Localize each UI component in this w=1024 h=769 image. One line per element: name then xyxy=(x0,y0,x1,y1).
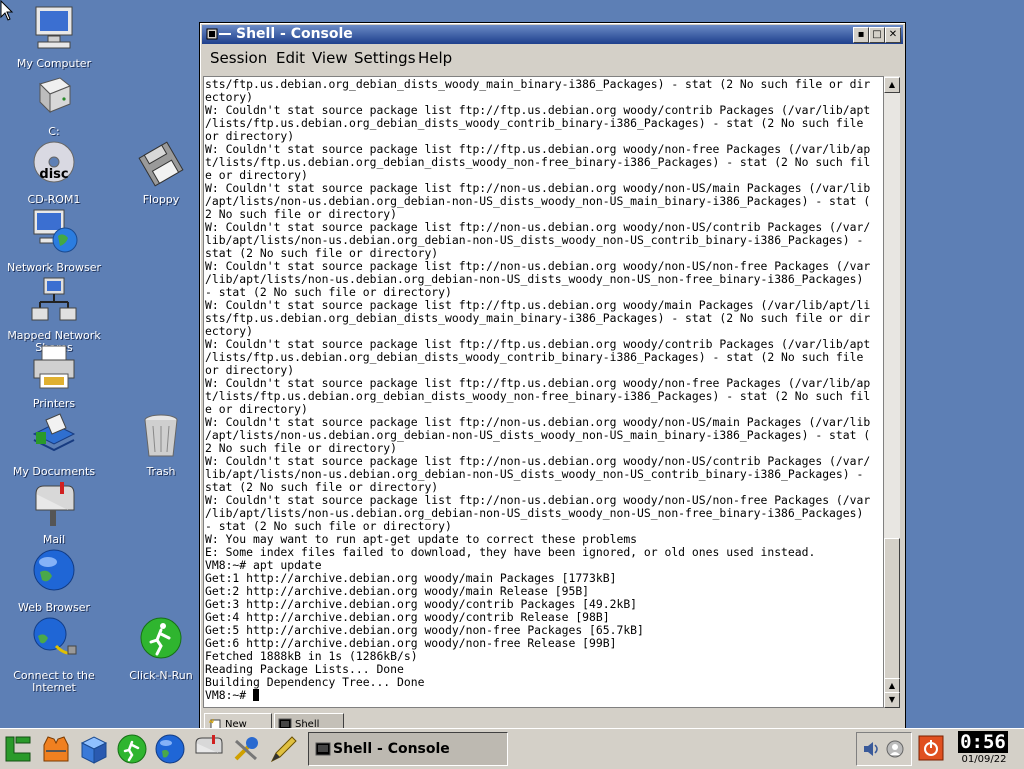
desktop-icon-printers[interactable]: Printers xyxy=(4,344,104,410)
desktop-icon-network-browser[interactable]: Network Browser xyxy=(4,208,104,274)
desktop-icon-floppy[interactable]: Floppy xyxy=(111,140,211,206)
cd-rom-icon: disc xyxy=(33,141,75,183)
network-globe-icon xyxy=(33,209,78,253)
menu-bar: Session Edit View Settings Help xyxy=(202,45,903,71)
terminal-icon xyxy=(315,742,331,756)
vest-icon[interactable] xyxy=(40,733,72,765)
clock[interactable]: 0:56 01/09/22 xyxy=(950,729,1022,769)
pen-icon[interactable] xyxy=(268,733,300,765)
clock-time: 0:56 xyxy=(958,731,1008,753)
monitor-icon xyxy=(35,6,73,49)
mailbox-icon[interactable] xyxy=(192,733,224,765)
speaker-icon[interactable] xyxy=(861,739,881,759)
menu-settings[interactable]: Settings xyxy=(354,49,416,67)
desktop-icon-my-documents[interactable]: My Documents xyxy=(4,412,104,478)
hard-drive-icon xyxy=(39,77,71,114)
terminal-output[interactable]: sts/ftp.us.debian.org_debian_dists_woody… xyxy=(203,76,884,708)
desktop-icon-label: CD-ROM1 xyxy=(27,193,81,206)
connect-internet-icon xyxy=(33,617,77,655)
desktop-icon-mapped-network-shares[interactable]: Mapped Network Shares xyxy=(4,276,104,354)
vertical-scrollbar[interactable]: ▲ ▲ ▼ xyxy=(884,76,900,708)
menu-view[interactable]: View xyxy=(312,49,348,67)
desktop-icon-label: Web Browser xyxy=(17,601,91,614)
task-button-label: Shell - Console xyxy=(333,741,450,757)
documents-icon xyxy=(32,413,76,452)
desktop-icon-my-computer[interactable]: My Computer xyxy=(4,4,104,70)
mapped-network-icon xyxy=(31,277,77,321)
globe-icon[interactable] xyxy=(154,733,186,765)
desktop-icon-web-browser[interactable]: Web Browser xyxy=(4,548,104,614)
desktop-icon-label: My Documents xyxy=(12,465,96,478)
start-menu-icon[interactable] xyxy=(2,733,34,765)
scrollbar-thumb[interactable] xyxy=(884,538,900,680)
power-button-icon[interactable] xyxy=(918,735,944,761)
clock-date: 01/09/22 xyxy=(961,754,1007,765)
menu-edit[interactable]: Edit xyxy=(276,49,305,67)
close-button[interactable]: ✕ xyxy=(885,27,901,43)
desktop-icon-trash[interactable]: Trash xyxy=(111,412,211,478)
desktop-icon-connect-internet[interactable]: Connect to the Internet xyxy=(4,616,104,694)
desktop-icon-click-n-run[interactable]: Click-N-Run xyxy=(111,616,211,682)
desktop-icon-cd-rom[interactable]: disc CD-ROM1 xyxy=(4,140,104,206)
desktop-icon-label: My Computer xyxy=(16,57,92,70)
system-tray xyxy=(856,732,912,766)
desktop-icon-c-drive[interactable]: C: xyxy=(4,72,104,138)
desktop-icon-label: Floppy xyxy=(142,193,180,206)
window-menu-icon[interactable] xyxy=(206,28,232,41)
menu-session[interactable]: Session xyxy=(210,49,267,67)
terminal-prompt: VM8:~# xyxy=(205,688,254,702)
desktop-icon-label: Network Browser xyxy=(7,261,101,274)
desktop-icon-label: C: xyxy=(48,125,60,138)
desktop-icon-label: Trash xyxy=(146,465,176,478)
mailbox-icon xyxy=(35,482,75,526)
maximize-button[interactable]: □ xyxy=(869,27,885,43)
window-title: Shell - Console xyxy=(236,26,353,42)
desktop-icon-label: Connect to the Internet xyxy=(13,669,95,694)
console-window: Shell - Console ▪ □ ✕ Session Edit View … xyxy=(199,22,906,738)
trash-icon xyxy=(144,414,178,457)
desktop-icon-mail[interactable]: Mail xyxy=(4,480,104,546)
user-status-icon[interactable] xyxy=(885,739,905,759)
minimize-button[interactable]: ▪ xyxy=(853,27,869,43)
desktop-icon-label: Printers xyxy=(32,397,76,410)
floppy-icon xyxy=(138,141,184,187)
globe-icon xyxy=(33,549,75,591)
scroll-up-button[interactable]: ▲ xyxy=(884,77,900,93)
runner-icon[interactable] xyxy=(116,733,148,765)
menu-help[interactable]: Help xyxy=(418,49,452,67)
desktop-icon-label: Mail xyxy=(42,533,66,546)
printer-icon xyxy=(33,345,75,389)
scroll-down-button-lower[interactable]: ▼ xyxy=(884,692,900,708)
taskbar-button-shell-console[interactable]: Shell - Console xyxy=(308,732,508,766)
desktop-icon-label: Click-N-Run xyxy=(129,669,193,682)
text-cursor xyxy=(253,689,260,701)
taskbar: Shell - Console 0:56 01/09/22 xyxy=(0,728,1024,769)
tools-icon[interactable] xyxy=(230,733,262,765)
cube-icon[interactable] xyxy=(78,733,110,765)
click-n-run-icon xyxy=(140,617,182,659)
window-titlebar[interactable]: Shell - Console ▪ □ ✕ xyxy=(202,25,903,44)
disc-logo-text: disc xyxy=(39,167,68,182)
terminal-text: sts/ftp.us.debian.org_debian_dists_woody… xyxy=(205,77,871,689)
